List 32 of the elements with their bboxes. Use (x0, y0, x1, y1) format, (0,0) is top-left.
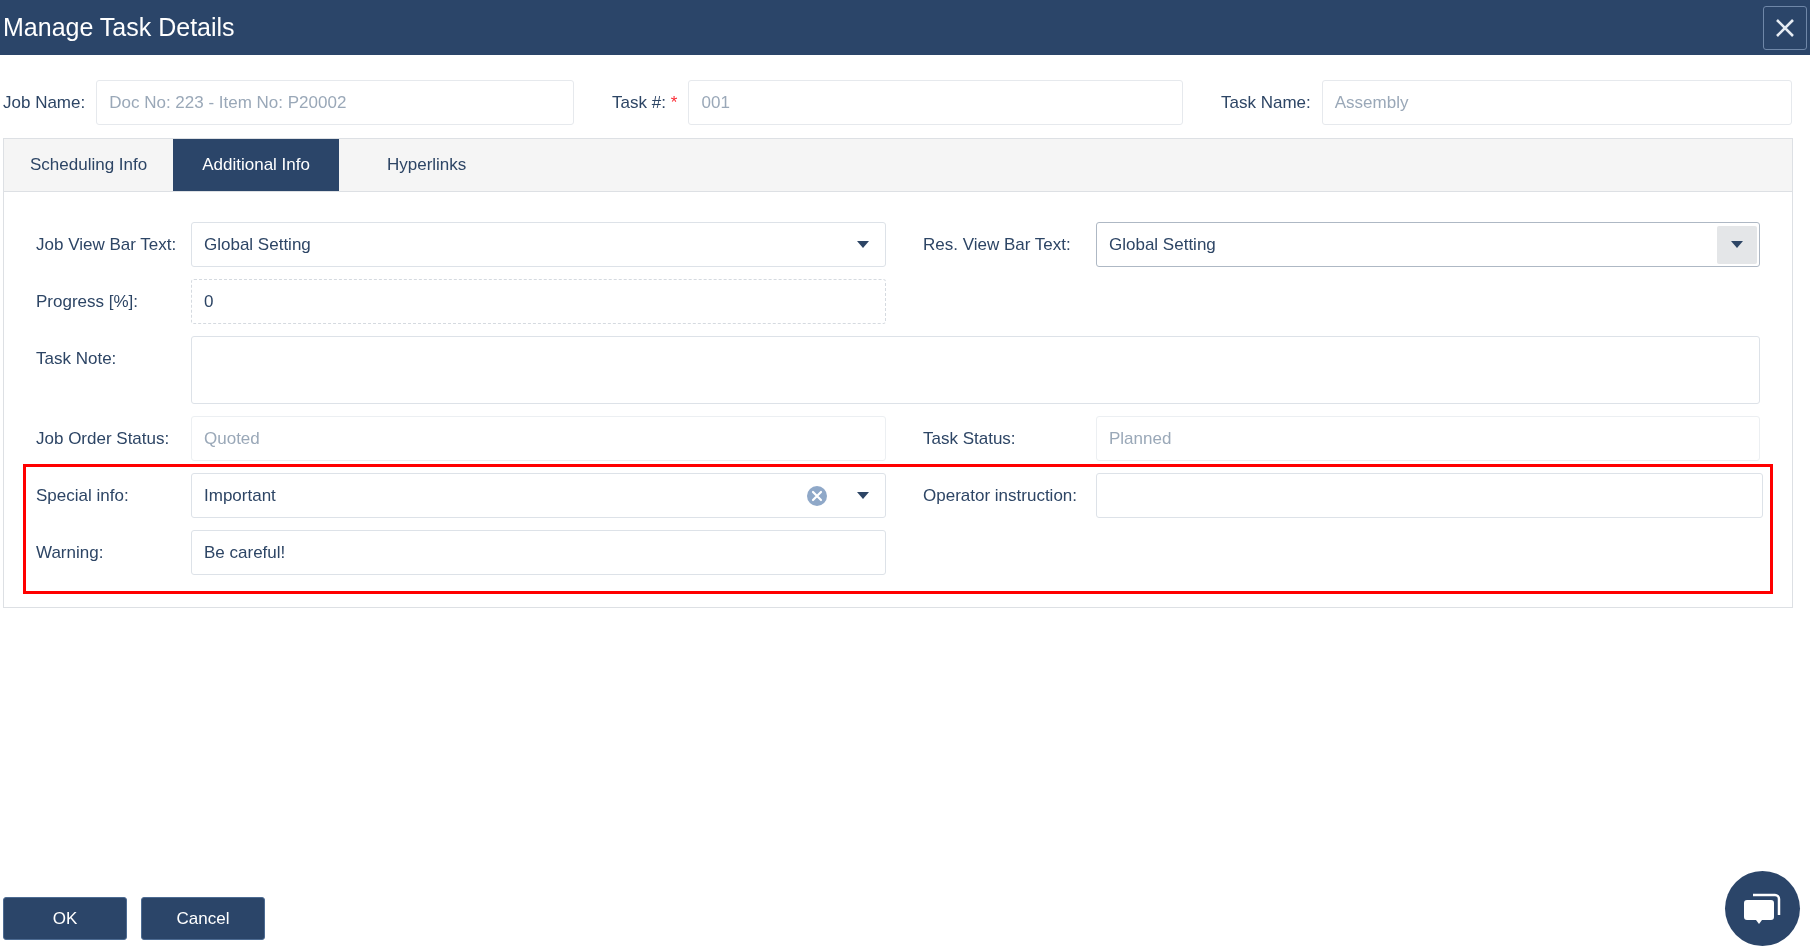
field-label: Operator instruction: (923, 485, 1078, 507)
input-field[interactable]: 0 (191, 279, 886, 324)
dialog-button[interactable]: OK (3, 897, 127, 940)
field-label: Task Name: (1221, 91, 1311, 114)
input-field[interactable] (1096, 473, 1763, 518)
tab[interactable]: Scheduling Info (4, 139, 174, 191)
caret-icon (1731, 241, 1743, 248)
field-label: Special info: (36, 485, 130, 507)
field-label: Job View Bar Text: (36, 234, 178, 256)
dropdown[interactable]: Global Setting (1096, 222, 1760, 267)
speech-bubbles-icon (1743, 891, 1782, 926)
field-label: Job Name: (3, 91, 86, 114)
dropdown[interactable]: Global Setting (191, 222, 886, 267)
tab[interactable]: Hyperlinks (338, 139, 515, 191)
field-label: Res. View Bar Text: (923, 234, 1072, 256)
dropdown-button[interactable] (1717, 225, 1757, 264)
field-label: Progress [%]: (36, 291, 140, 313)
field-label: Task Status: (923, 428, 1017, 450)
input-field[interactable]: Be careful! (191, 530, 886, 575)
tab[interactable]: Additional Info (173, 139, 339, 191)
field-label: Job Order Status: (36, 428, 171, 450)
caret-icon (857, 241, 869, 248)
field-label: Task Note: (36, 348, 118, 370)
window-title: Manage Task Details (3, 11, 235, 43)
caret-icon (857, 492, 869, 499)
dropdown[interactable]: Important (191, 473, 886, 518)
required-mark: * (670, 91, 678, 114)
dialog-button[interactable]: Cancel (141, 897, 265, 940)
field-label: Task #: (612, 91, 666, 114)
close-button[interactable] (1763, 5, 1807, 50)
field-label: Warning: (36, 542, 105, 564)
close-icon (1775, 17, 1795, 38)
